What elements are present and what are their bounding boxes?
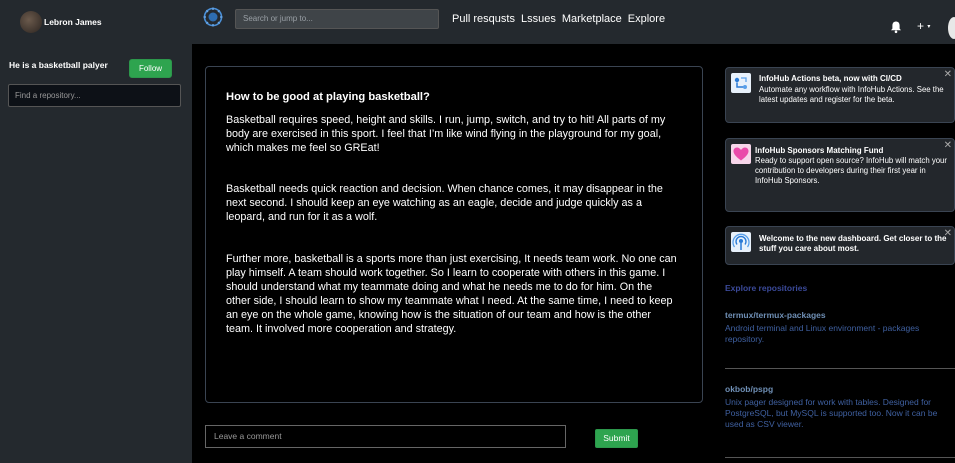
follow-button[interactable]: Follow: [129, 59, 172, 78]
user-profile[interactable]: Lebron James: [20, 11, 102, 33]
create-new-menu[interactable]: + ▾: [917, 19, 930, 34]
user-bio: He is a basketball palyer: [9, 60, 108, 70]
plus-icon: +: [917, 19, 925, 33]
notice-card: InfoHub Actions beta, now with CI/CD Aut…: [725, 67, 955, 123]
divider: [725, 368, 955, 369]
username[interactable]: Lebron James: [44, 17, 102, 27]
submit-button[interactable]: Submit: [595, 429, 638, 448]
notice-title: InfoHub Sponsors Matching Fund: [755, 146, 884, 155]
left-sidebar: Lebron James He is a basketball palyer F…: [0, 0, 192, 463]
repo-link[interactable]: okbob/pspg: [725, 384, 955, 394]
nav-explore[interactable]: Explore: [628, 13, 665, 25]
list-item: termux/termux-packages Android terminal …: [725, 310, 955, 345]
post-paragraph: Further more, basketball is a sports mor…: [226, 253, 677, 335]
repository-search-input[interactable]: Find a repository...: [8, 84, 181, 107]
nav-issues[interactable]: Lssues: [521, 13, 556, 25]
nav-pull-requests[interactable]: Pull resqusts: [452, 13, 515, 25]
notice-card: InfoHub Sponsors Matching Fund Ready to …: [725, 138, 955, 212]
repo-description: Unix pager designed for work with tables…: [725, 397, 938, 429]
close-icon[interactable]: ✕: [944, 141, 952, 151]
nav-marketplace[interactable]: Marketplace: [562, 13, 622, 25]
repo-description: Android terminal and Linux environment -…: [725, 323, 920, 344]
top-navigation-bar: Search or jump to... Pull resqusts Lssue…: [192, 0, 955, 44]
bell-icon[interactable]: [889, 20, 903, 34]
chevron-down-icon: ▾: [927, 23, 931, 30]
profile-avatar[interactable]: [948, 17, 955, 39]
heart-icon: [731, 144, 751, 164]
logo-icon[interactable]: [203, 7, 223, 27]
repo-link[interactable]: termux/termux-packages: [725, 310, 955, 320]
list-item: okbob/pspg Unix pager designed for work …: [725, 384, 955, 430]
global-search-input[interactable]: Search or jump to...: [235, 9, 439, 29]
close-icon[interactable]: ✕: [944, 70, 952, 80]
post-paragraph: Basketball needs quick reaction and deci…: [226, 183, 663, 223]
post-title: How to be good at playing basketball?: [226, 91, 430, 103]
explore-repositories-title[interactable]: Explore repositories: [725, 283, 807, 293]
divider: [725, 457, 955, 458]
post-card: How to be good at playing basketball? Ba…: [205, 66, 703, 403]
notice-title: InfoHub Actions beta, now with CI/CD: [759, 74, 902, 83]
actions-icon: [731, 73, 751, 93]
broadcast-icon: [731, 232, 751, 252]
notice-body: Automate any workflow with InfoHub Actio…: [759, 85, 944, 104]
post-paragraph: Basketball requires speed, height and sk…: [226, 114, 666, 154]
notice-title: Welcome to the new dashboard. Get closer…: [759, 234, 947, 253]
notice-card: Welcome to the new dashboard. Get closer…: [725, 226, 955, 265]
notice-body: Ready to support open source? InfoHub wi…: [755, 156, 947, 185]
avatar[interactable]: [20, 11, 42, 33]
comment-input[interactable]: Leave a comment: [205, 425, 566, 448]
main-nav: Pull resqusts Lssues Marketplace Explore: [452, 13, 665, 25]
close-icon[interactable]: ✕: [944, 229, 952, 239]
